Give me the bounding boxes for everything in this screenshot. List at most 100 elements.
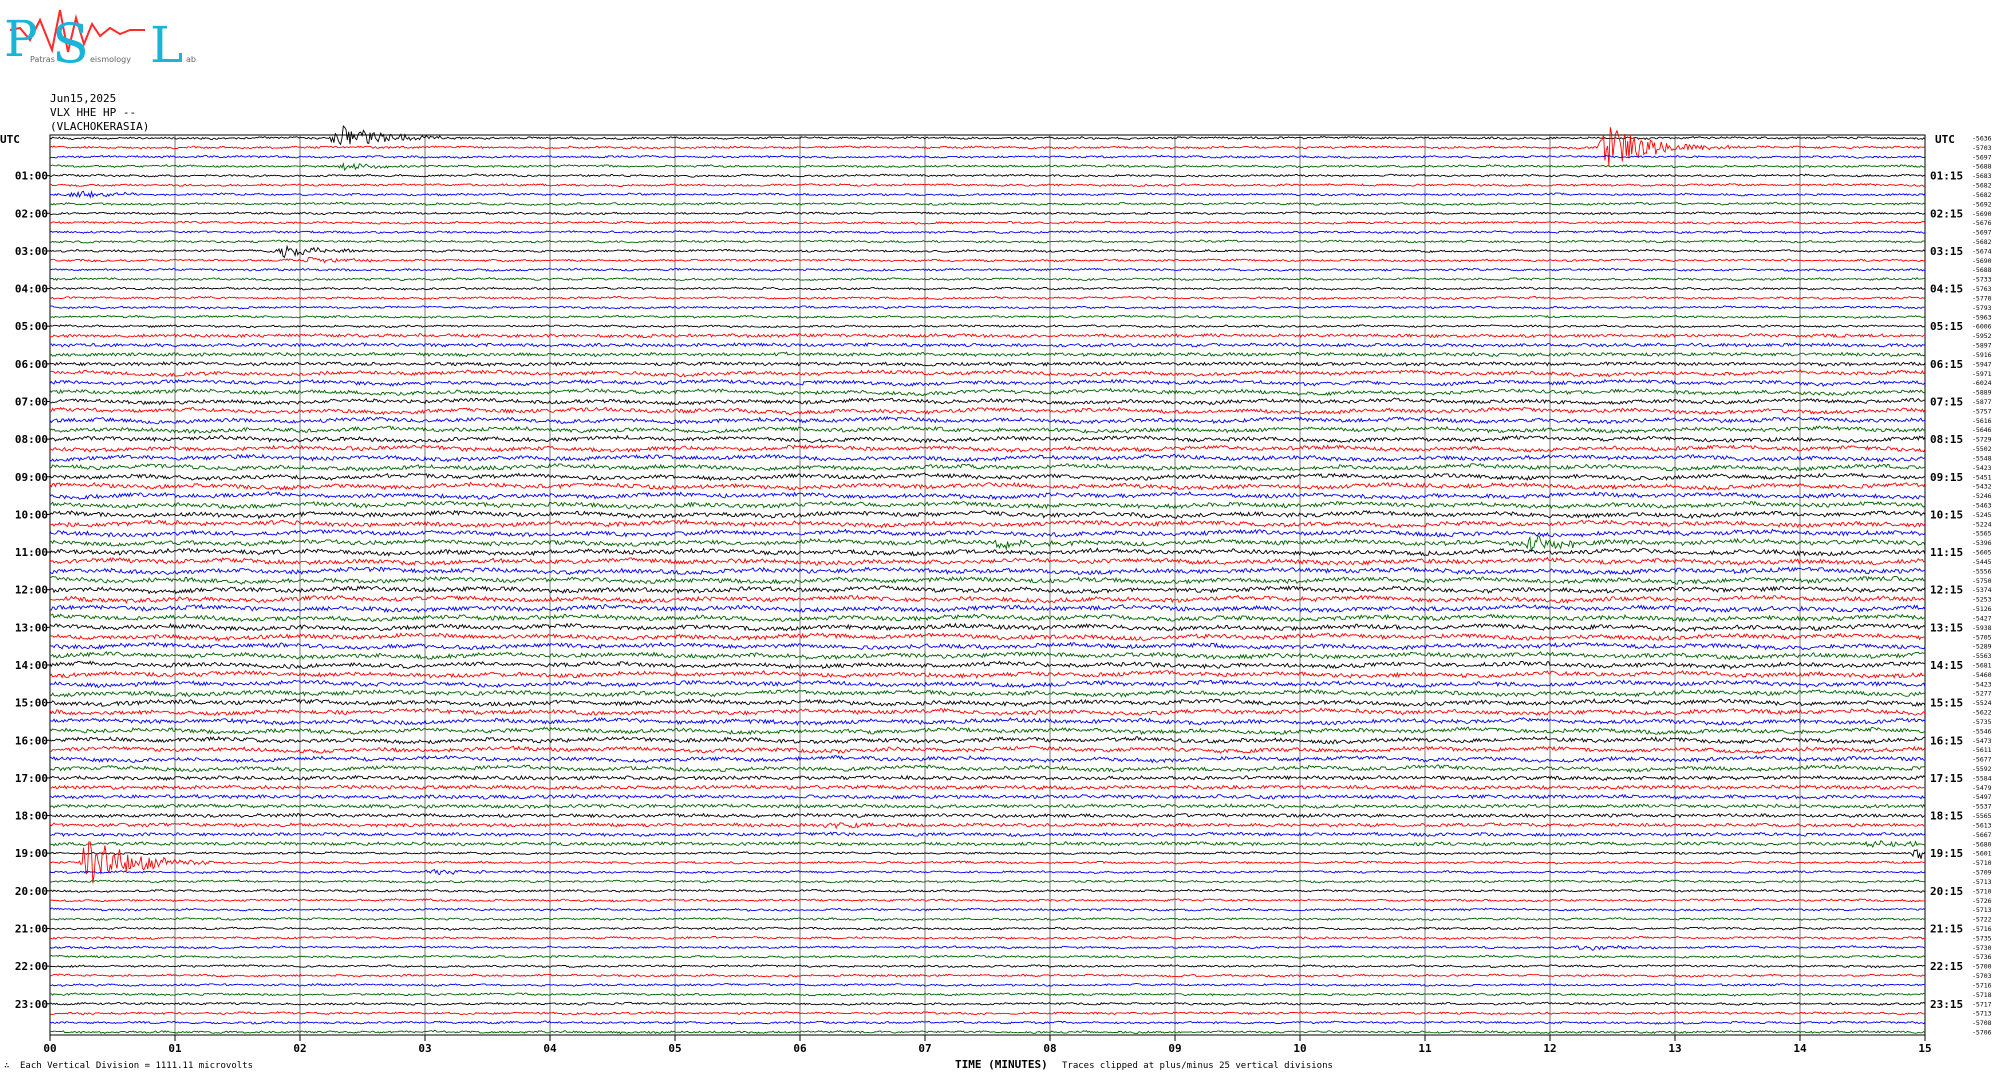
trace-offset-label: -5697 bbox=[1972, 229, 1992, 237]
x-tick-label: 00 bbox=[43, 1042, 56, 1055]
hour-label-left: 04:00 bbox=[15, 283, 48, 296]
utc-label-left: UTC bbox=[0, 133, 20, 146]
hour-label-left: 20:00 bbox=[15, 885, 48, 898]
trace-offset-label: -5729 bbox=[1972, 436, 1992, 444]
trace-offset-label: -5374 bbox=[1972, 586, 1992, 594]
seismic-trace bbox=[49, 481, 1926, 491]
trace-offset-label: -5938 bbox=[1972, 624, 1992, 632]
hour-label-right: 09:15 bbox=[1930, 471, 1963, 484]
seismic-trace bbox=[49, 462, 1926, 473]
hour-label-right: 14:15 bbox=[1930, 659, 1963, 672]
seismic-trace bbox=[49, 670, 1926, 679]
hour-label-right: 13:15 bbox=[1930, 621, 1963, 634]
seismic-trace bbox=[49, 500, 1926, 510]
seismic-trace bbox=[49, 201, 1926, 206]
trace-offset-label: -5674 bbox=[1972, 247, 1992, 255]
seismic-trace bbox=[49, 1020, 1926, 1025]
trace-offset-label: -5277 bbox=[1972, 690, 1992, 698]
seismic-trace bbox=[49, 387, 1926, 397]
hour-label-left: 08:00 bbox=[15, 433, 48, 446]
trace-offset-label: -5537 bbox=[1972, 803, 1992, 811]
seismic-trace bbox=[49, 190, 1926, 199]
seismic-trace bbox=[49, 716, 1926, 726]
seismic-trace bbox=[49, 679, 1926, 689]
seismic-trace bbox=[49, 547, 1926, 557]
trace-offset-label: -5479 bbox=[1972, 784, 1992, 792]
hour-label-left: 14:00 bbox=[15, 659, 48, 672]
footer-vertical-division: Each Vertical Division = 1111.11 microvo… bbox=[20, 1061, 253, 1071]
seismic-trace bbox=[49, 917, 1926, 922]
seismic-trace bbox=[49, 888, 1926, 894]
seismic-trace bbox=[49, 774, 1926, 781]
seismic-trace bbox=[49, 314, 1926, 320]
trace-offset-label: -5736 bbox=[1972, 953, 1992, 961]
trace-offset-label: -5733 bbox=[1972, 276, 1992, 284]
x-tick-label: 07 bbox=[918, 1042, 931, 1055]
trace-offset-label: -5451 bbox=[1972, 473, 1992, 481]
trace-offset-label: -5502 bbox=[1972, 445, 1992, 453]
hour-label-right: 12:15 bbox=[1930, 584, 1963, 597]
trace-offset-label: -5916 bbox=[1972, 351, 1992, 359]
x-tick-label: 12 bbox=[1543, 1042, 1556, 1055]
seismic-trace bbox=[50, 305, 1926, 310]
seismic-trace bbox=[49, 182, 1926, 188]
hour-label-right: 08:15 bbox=[1930, 433, 1963, 446]
seismic-trace bbox=[49, 342, 1926, 348]
seismic-trace bbox=[49, 127, 1926, 167]
trace-offset-label: -5611 bbox=[1972, 746, 1992, 754]
seismic-trace bbox=[49, 907, 1926, 912]
trace-offset-label: -5556 bbox=[1972, 567, 1992, 575]
seismic-trace bbox=[49, 528, 1926, 538]
hour-label-right: 10:15 bbox=[1930, 508, 1963, 521]
seismic-trace bbox=[49, 257, 1926, 264]
trace-offset-label: -5688 bbox=[1972, 163, 1992, 171]
seismic-trace bbox=[49, 286, 1926, 291]
hour-label-right: 23:15 bbox=[1930, 998, 1963, 1011]
seismic-trace bbox=[49, 277, 1926, 282]
trace-offset-label: -5253 bbox=[1972, 596, 1992, 604]
trace-offset-label: -5224 bbox=[1972, 520, 1992, 528]
trace-offset-label: -5636 bbox=[1972, 135, 1992, 143]
seismic-trace bbox=[49, 982, 1926, 987]
trace-offset-label: -5700 bbox=[1972, 963, 1992, 971]
seismic-trace bbox=[49, 935, 1925, 940]
trace-offset-label: -5497 bbox=[1972, 793, 1992, 801]
trace-offset-label: -5677 bbox=[1972, 756, 1992, 764]
trace-offset-label: -5716 bbox=[1972, 981, 1992, 989]
trace-offset-label: -5690 bbox=[1972, 257, 1992, 265]
seismic-trace bbox=[49, 1011, 1926, 1016]
hour-label-right: 07:15 bbox=[1930, 395, 1963, 408]
trace-offset-label: -5963 bbox=[1972, 313, 1992, 321]
hour-label-left: 16:00 bbox=[15, 734, 48, 747]
trace-offset-label: -5427 bbox=[1972, 614, 1992, 622]
hour-label-left: 15:00 bbox=[15, 697, 48, 710]
trace-offset-label: -5688 bbox=[1972, 266, 1992, 274]
seismic-trace bbox=[49, 651, 1926, 661]
helicorder-chart: 00 01 02 03 04 05 06 07 08 09 10 11 12 13 14 15 UTC UTC 01… bbox=[0, 125, 1992, 1055]
trace-offset-label: -5681 bbox=[1972, 661, 1992, 669]
x-tick-label: 09 bbox=[1168, 1042, 1181, 1055]
seismic-trace bbox=[49, 793, 1926, 800]
trace-offset-label: -6006 bbox=[1972, 323, 1992, 331]
trace-offset-label: -5750 bbox=[1972, 577, 1992, 585]
hour-label-right: 18:15 bbox=[1930, 810, 1963, 823]
seismic-trace bbox=[49, 324, 1926, 329]
x-tick-label: 05 bbox=[668, 1042, 681, 1055]
seismic-trace bbox=[49, 879, 1926, 884]
trace-offset-label: -5584 bbox=[1972, 774, 1992, 782]
trace-offset-label: -5735 bbox=[1972, 934, 1992, 942]
seismic-trace bbox=[49, 332, 1926, 339]
seismic-trace bbox=[49, 784, 1926, 791]
x-tick-label: 01 bbox=[168, 1042, 182, 1055]
trace-offset-label: -5548 bbox=[1972, 454, 1992, 462]
trace-offset-label: -5463 bbox=[1972, 502, 1992, 510]
hour-label-right: 21:15 bbox=[1930, 922, 1963, 935]
hour-label-left: 12:00 bbox=[15, 584, 48, 597]
hour-label-left: 03:00 bbox=[15, 245, 48, 258]
seismic-trace bbox=[49, 239, 1926, 244]
trace-offset-label: -5622 bbox=[1972, 709, 1992, 717]
hour-label-right: 03:15 bbox=[1930, 245, 1963, 258]
trace-offset-label: -5697 bbox=[1972, 153, 1992, 161]
seismic-trace bbox=[49, 840, 1926, 849]
seismic-trace bbox=[49, 754, 1926, 764]
